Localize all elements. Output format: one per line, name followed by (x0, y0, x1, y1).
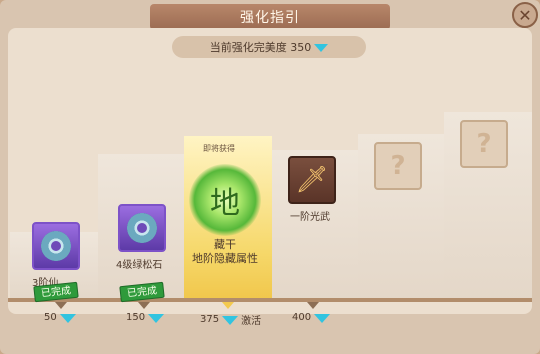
marker-4 (307, 302, 319, 309)
gem-icon (222, 316, 239, 325)
jade-ring-icon (127, 213, 157, 243)
cost-1: 50 (44, 312, 76, 323)
reward-item-sublabel-3: 地阶隐藏属性 (192, 252, 258, 265)
marker-1 (55, 302, 67, 309)
jade-ring-icon (41, 231, 71, 261)
close-button[interactable]: ✕ (512, 2, 538, 28)
cost-3: 375 激活 (200, 312, 261, 327)
title-bar: 强化指引 (150, 4, 390, 30)
cost-value-4: 400 (292, 312, 312, 323)
activate-label[interactable]: 激活 (241, 312, 261, 327)
cost-value-1: 50 (44, 312, 57, 323)
close-icon: ✕ (518, 5, 532, 25)
reward-item-1[interactable] (32, 222, 80, 270)
cost-4: 400 (292, 312, 331, 323)
baseline (8, 298, 532, 302)
locked-question-icon: ? (390, 151, 406, 181)
locked-reward-5[interactable]: ? (374, 142, 422, 190)
cost-value-2: 150 (126, 312, 146, 323)
cost-value-3: 375 (200, 314, 220, 325)
earth-glyph: 地 (210, 186, 240, 221)
reward-item-2[interactable] (118, 204, 166, 252)
perfection-score-label: 当前强化完美度 350 (209, 41, 312, 54)
gem-icon (59, 314, 76, 323)
reward-item-4[interactable]: 🗡 (288, 156, 336, 204)
locked-question-icon: ? (476, 129, 492, 159)
gem-icon (148, 314, 165, 323)
earth-glyph-icon[interactable]: 地 (189, 164, 261, 236)
sword-icon: 🗡 (295, 165, 329, 195)
locked-reward-6[interactable]: ? (460, 120, 508, 168)
upcoming-note: 即将获得 (203, 144, 235, 153)
gem-icon (314, 44, 329, 52)
window-title: 强化指引 (240, 10, 300, 26)
gem-icon (314, 314, 331, 323)
perfection-score: 当前强化完美度 350 (172, 36, 366, 58)
cost-2: 150 (126, 312, 165, 323)
reward-item-label-4: 一阶光武 (290, 212, 330, 223)
reward-item-label-2: 4级绿松石 (116, 260, 163, 271)
marker-3 (222, 302, 234, 309)
marker-2 (138, 302, 150, 309)
